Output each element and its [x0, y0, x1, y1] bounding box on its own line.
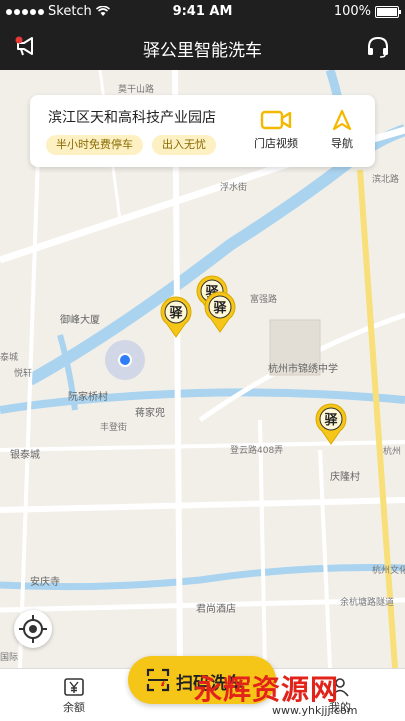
video-camera-icon [260, 110, 292, 130]
header-bar: 驿公里智能洗车 [0, 24, 405, 70]
store-video-button[interactable]: 门店视频 [246, 109, 306, 151]
battery-icon [375, 5, 401, 18]
map-label-ruanjia-village: 阮家桥村 [68, 392, 108, 403]
tag-free-parking: 半小时免费停车 [46, 135, 143, 155]
navigation-arrow-icon [332, 109, 352, 131]
map-label-international: 国际 [0, 653, 19, 663]
tag-easy-access: 出入无忧 [152, 135, 216, 155]
map-label-binbei-road: 滨北路 [372, 175, 400, 185]
watermark-logo-icon [160, 680, 166, 687]
map-label-fengdeng-street: 丰登街 [100, 423, 128, 433]
map-label-qinglong-village: 庆隆村 [330, 472, 360, 483]
map-label-hangzhou: 杭州 [383, 447, 402, 457]
map-label-anqing-temple: 安庆寺 [30, 577, 60, 588]
map-label-fuqiang-road: 富强路 [250, 295, 278, 305]
map-label-dengyun-road: 登云路408弄 [230, 446, 284, 456]
map-label-yintai-city: 银泰城 [10, 450, 40, 461]
map-label-school: 杭州市锦绣中学 [268, 364, 338, 375]
store-name: 滨江区天和高科技产业园店 [48, 110, 216, 126]
tab-balance[interactable]: 余额 [44, 677, 104, 715]
map-label-fushui-street: 浮水街 [220, 183, 248, 193]
map-label-yuexuan: 悦轩 [14, 369, 33, 379]
map-label-taicheng: 泰城 [0, 353, 19, 363]
battery-info: 100% [333, 4, 401, 19]
page-title: 驿公里智能洗车 [143, 41, 262, 61]
status-bar: Sketch 9:41 AM 100% [0, 0, 405, 24]
crosshair-icon [19, 615, 47, 643]
store-info-card[interactable]: 滨江区天和高科技产业园店 半小时免费停车 出入无忧 门店视频 导航 [30, 95, 375, 167]
tab-balance-label: 余额 [63, 701, 85, 714]
navigate-button[interactable]: 导航 [312, 109, 372, 151]
map-label-moganshan-road: 莫干山路 [118, 85, 155, 95]
station-pin[interactable]: 驿 [203, 291, 237, 333]
store-video-label: 门店视频 [254, 137, 298, 150]
watermark-text: 永辉资源网 [194, 673, 340, 706]
map-label-jiangjia: 蒋家兜 [135, 408, 165, 419]
headset-icon[interactable] [365, 35, 391, 59]
map-label-yufeng-building: 御峰大厦 [60, 315, 100, 326]
station-pin[interactable]: 驿 [159, 296, 193, 338]
navigate-label: 导航 [331, 137, 353, 150]
user-location-marker [105, 340, 145, 380]
station-pin[interactable]: 驿 [314, 403, 348, 445]
map-label-tunnel: 余杭塘路隧道 [340, 598, 395, 608]
battery-percent: 100% [333, 4, 371, 19]
locate-me-button[interactable] [14, 610, 52, 648]
map-label-hangzhou-culture: 杭州文化 [372, 566, 405, 576]
watermark-url: www.yhkjjj.com [272, 704, 358, 717]
wallet-yen-icon [64, 678, 84, 696]
station-pin-label: 驿 [324, 412, 338, 428]
station-pin-label: 驿 [213, 300, 227, 316]
map-label-junshang-hotel: 君尚酒店 [196, 604, 236, 615]
station-pin-label: 驿 [169, 305, 183, 321]
